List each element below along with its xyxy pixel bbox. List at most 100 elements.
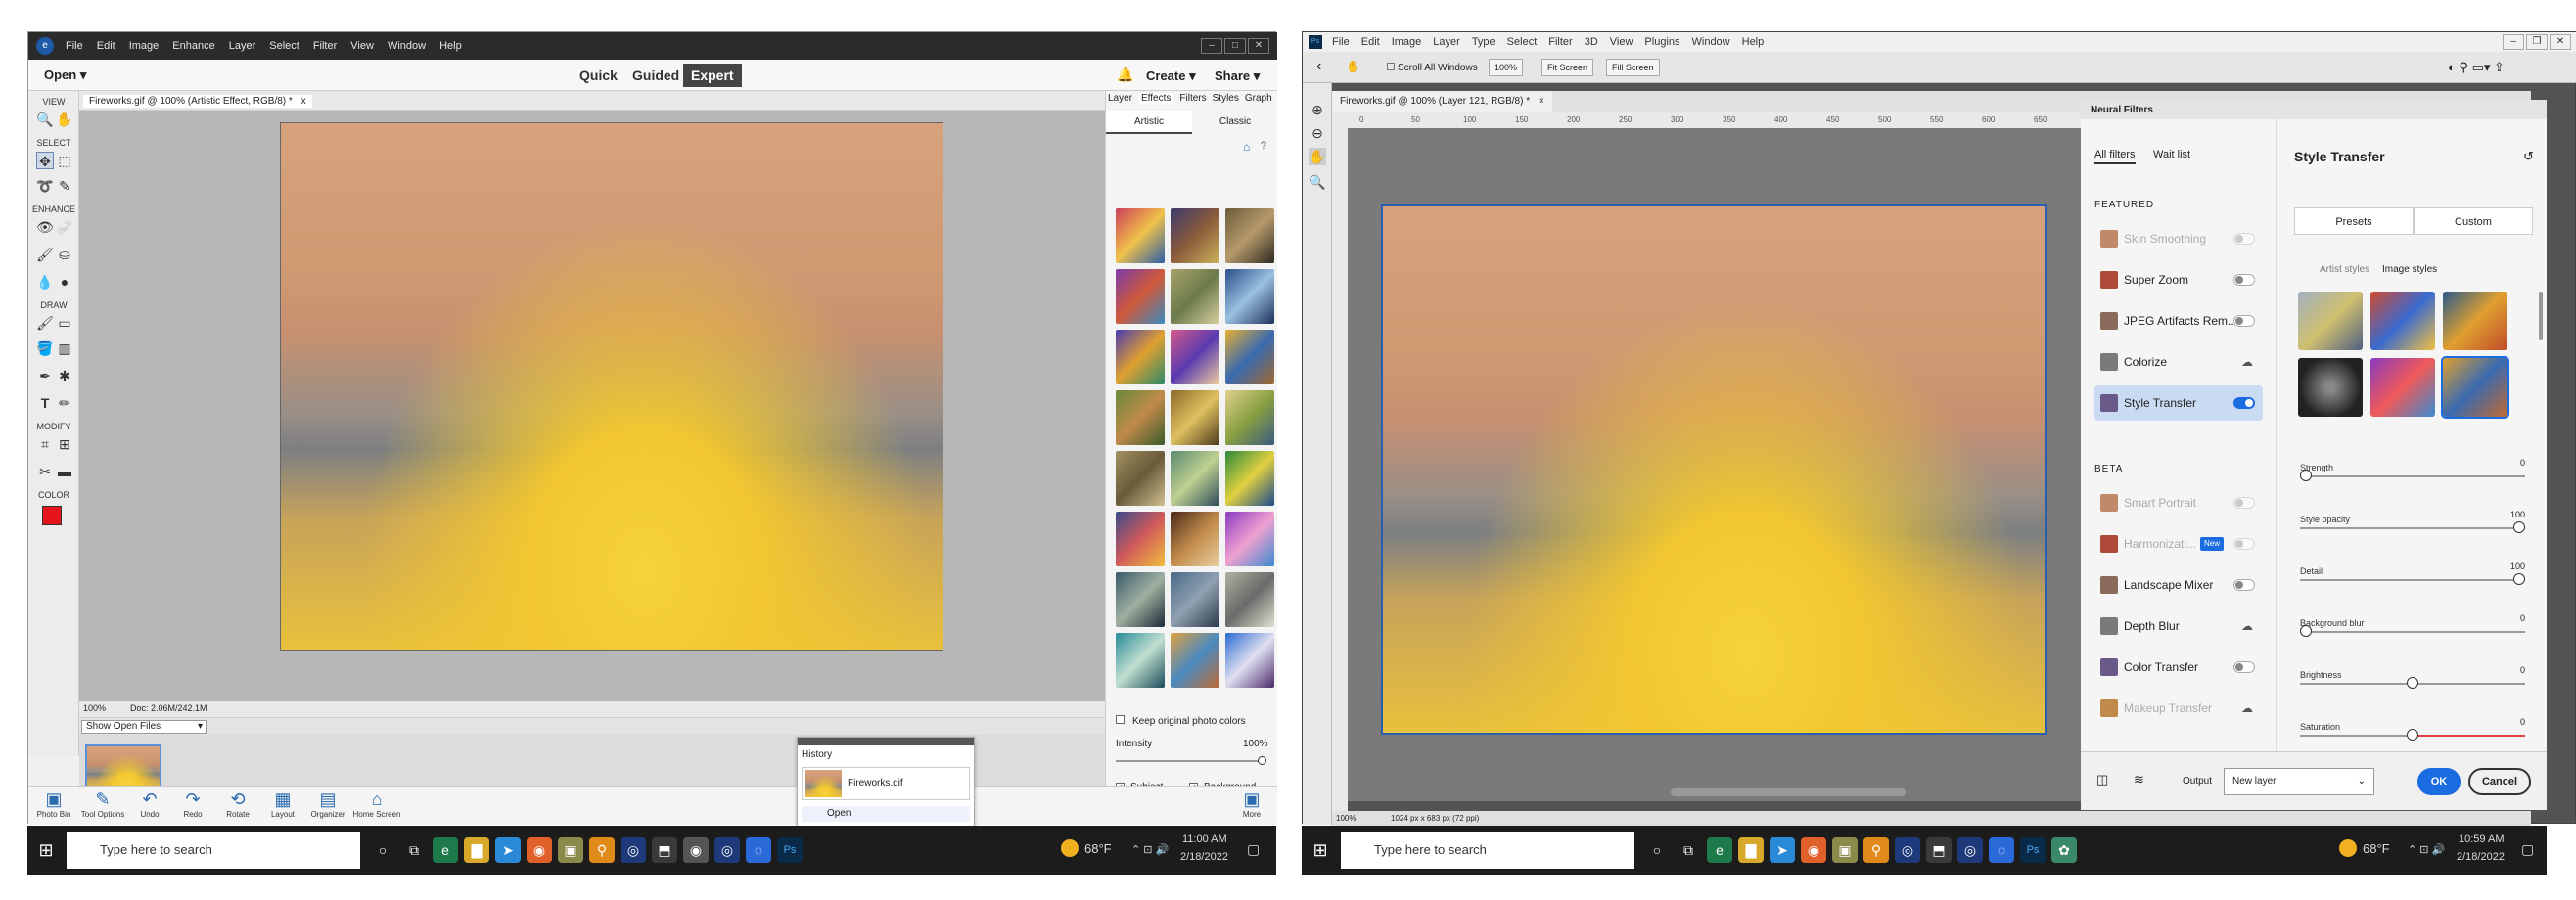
slider-knob[interactable] [2407, 677, 2418, 689]
filter-item[interactable]: Depth Blur ☁ [2094, 608, 2263, 644]
style-slider[interactable]: Detail 100 [2300, 562, 2525, 589]
effect-thumb[interactable] [1171, 269, 1219, 324]
document-tab[interactable]: Fireworks.gif @ 100% (Artistic Effect, R… [83, 95, 312, 108]
filter-item[interactable]: Smart Portrait [2094, 485, 2263, 520]
straighten-tool-icon[interactable]: ▬ [56, 463, 73, 480]
panel-tab-effects[interactable]: Effects [1138, 93, 1174, 104]
maximize-button[interactable]: □ [1224, 38, 1246, 54]
ps-maximize-button[interactable]: ❐ [2526, 34, 2548, 50]
app3-icon[interactable]: ◉ [683, 837, 709, 863]
cloud-download-icon[interactable]: ☁ [2241, 691, 2253, 726]
filter-toggle[interactable] [2233, 397, 2255, 409]
filter-toggle[interactable] [2233, 497, 2255, 509]
telegram-icon[interactable]: ➤ [495, 837, 521, 863]
organizer-taskbar-icon[interactable]: ◎ [714, 837, 740, 863]
tab-wait-list[interactable]: Wait list [2153, 149, 2190, 160]
weather-temp-left[interactable]: 68°F [1084, 841, 1112, 856]
filter-toggle[interactable] [2233, 233, 2255, 245]
ps-document-tab-close[interactable]: × [1539, 96, 1544, 107]
windows-start-icon-right[interactable]: ⊞ [1308, 837, 1333, 863]
eyedropper-icon[interactable]: ✒ [36, 367, 54, 384]
filter-item[interactable]: Color Transfer [2094, 650, 2263, 685]
history-item-open[interactable]: Open [802, 806, 970, 822]
mode-quick[interactable]: Quick [572, 64, 625, 87]
effect-thumb[interactable] [1171, 512, 1219, 566]
effect-thumb[interactable] [1171, 633, 1219, 688]
filter-item[interactable]: Harmonizati... New [2094, 526, 2263, 562]
mode-expert[interactable]: Expert [683, 64, 742, 87]
menu-view[interactable]: View [350, 40, 374, 52]
cortana-icon[interactable]: ○ [370, 837, 395, 863]
edge-icon-right[interactable]: e [1707, 837, 1732, 863]
slider-knob[interactable] [2300, 625, 2312, 637]
cloud-download-icon[interactable]: ☁ [2241, 344, 2253, 380]
notifications-icon-right[interactable]: ▢ [2521, 841, 2534, 858]
ps-menu-plugins[interactable]: Plugins [1644, 36, 1679, 48]
panel-tab-styles[interactable]: Styles [1213, 93, 1239, 104]
windows-start-icon[interactable]: ⊞ [33, 837, 59, 863]
spot-heal-icon[interactable]: 🩹 [56, 218, 73, 236]
photo-bin-button[interactable]: ▣ Photo Bin [28, 788, 79, 819]
filter-toggle[interactable] [2233, 538, 2255, 550]
smart-brush-icon[interactable]: 🖌 [36, 246, 54, 263]
cortana-icon-right[interactable]: ○ [1644, 837, 1670, 863]
lasso-tool-icon[interactable]: ➰ [36, 177, 54, 195]
gradient-tool-icon[interactable]: ▥ [56, 339, 73, 357]
style-scrollbar[interactable] [2539, 292, 2543, 340]
tray-icons-right[interactable]: ⌃ ⊡ 🔊 [2408, 843, 2445, 856]
scroll-all-windows-option[interactable]: Scroll All Windows [1387, 63, 1478, 73]
premiere-taskbar-icon-right[interactable]: ◌ [1989, 837, 2014, 863]
slider-knob[interactable] [2513, 521, 2525, 533]
style-slider[interactable]: Background blur 0 [2300, 613, 2525, 641]
cancel-button[interactable]: Cancel [2468, 768, 2531, 795]
effect-thumb[interactable] [1171, 390, 1219, 445]
ps-menu-3d[interactable]: 3D [1585, 36, 1598, 48]
filter-toggle[interactable] [2233, 579, 2255, 591]
premiere-taskbar-icon[interactable]: ◌ [746, 837, 771, 863]
effect-thumb[interactable] [1116, 330, 1165, 384]
subtab-classic[interactable]: Classic [1192, 111, 1278, 134]
ps-close-button[interactable]: ✕ [2550, 34, 2571, 50]
content-move-icon[interactable]: ✂ [36, 463, 54, 480]
hand-tool-option-icon[interactable]: ✋ [1346, 60, 1360, 73]
close-button[interactable]: ✕ [1248, 38, 1269, 54]
history-grip[interactable] [798, 738, 974, 745]
zoom-100-button[interactable]: 100% [1489, 59, 1524, 76]
search-box-right[interactable]: Type here to search [1341, 832, 1634, 869]
keep-original-option[interactable]: Keep original photo colors [1116, 715, 1246, 727]
app4-icon-right[interactable]: ✿ [2051, 837, 2077, 863]
search-box-left[interactable]: Type here to search [67, 832, 360, 869]
style-thumb-selected[interactable] [2441, 356, 2509, 419]
menu-layer[interactable]: Layer [229, 40, 256, 52]
eraser-tool-icon[interactable]: ▭ [56, 314, 73, 332]
layout-button[interactable]: ▦ Layout [257, 788, 308, 819]
ps-menu-layer[interactable]: Layer [1433, 36, 1460, 48]
elements-zoom-readout[interactable]: 100% [83, 703, 106, 713]
effect-thumb[interactable] [1116, 451, 1165, 506]
clock-time-right[interactable]: 10:59 AM [2459, 833, 2504, 845]
organizer-taskbar-icon-right[interactable]: ◎ [1957, 837, 1983, 863]
effect-thumb[interactable] [1171, 451, 1219, 506]
subtab-artistic[interactable]: Artistic [1106, 111, 1192, 134]
style-thumb[interactable] [2298, 358, 2363, 417]
show-open-files-dropdown[interactable]: Show Open Files ▾ [81, 720, 207, 734]
artist-styles-tab[interactable]: Artist styles [2320, 264, 2369, 275]
slider-knob[interactable] [2300, 470, 2312, 481]
intensity-slider[interactable] [1116, 760, 1263, 762]
fill-screen-button[interactable]: Fill Screen [1606, 59, 1660, 76]
move-tool-icon[interactable]: ✥ [36, 152, 54, 169]
history-snapshot[interactable]: Fireworks.gif [802, 767, 970, 800]
search-app-icon[interactable]: ⚲ [589, 837, 615, 863]
style-thumb[interactable] [2370, 358, 2435, 417]
crop-tool-icon[interactable]: ⌗ [36, 435, 54, 453]
elements-taskbar-icon-right[interactable]: ◎ [1895, 837, 1920, 863]
search-app-icon-right[interactable]: ⚲ [1863, 837, 1889, 863]
photoshop-taskbar-icon[interactable]: Ps [777, 837, 803, 863]
elements-taskbar-icon[interactable]: ◎ [621, 837, 646, 863]
bell-icon[interactable]: 🔔 [1117, 67, 1133, 83]
filter-toggle[interactable] [2233, 315, 2255, 327]
slider-knob[interactable] [2513, 573, 2525, 585]
firefox-icon-right[interactable]: ◉ [1801, 837, 1826, 863]
ps-zoom-tool-icon[interactable]: 🔍 [1309, 173, 1326, 191]
menu-enhance[interactable]: Enhance [172, 40, 214, 52]
